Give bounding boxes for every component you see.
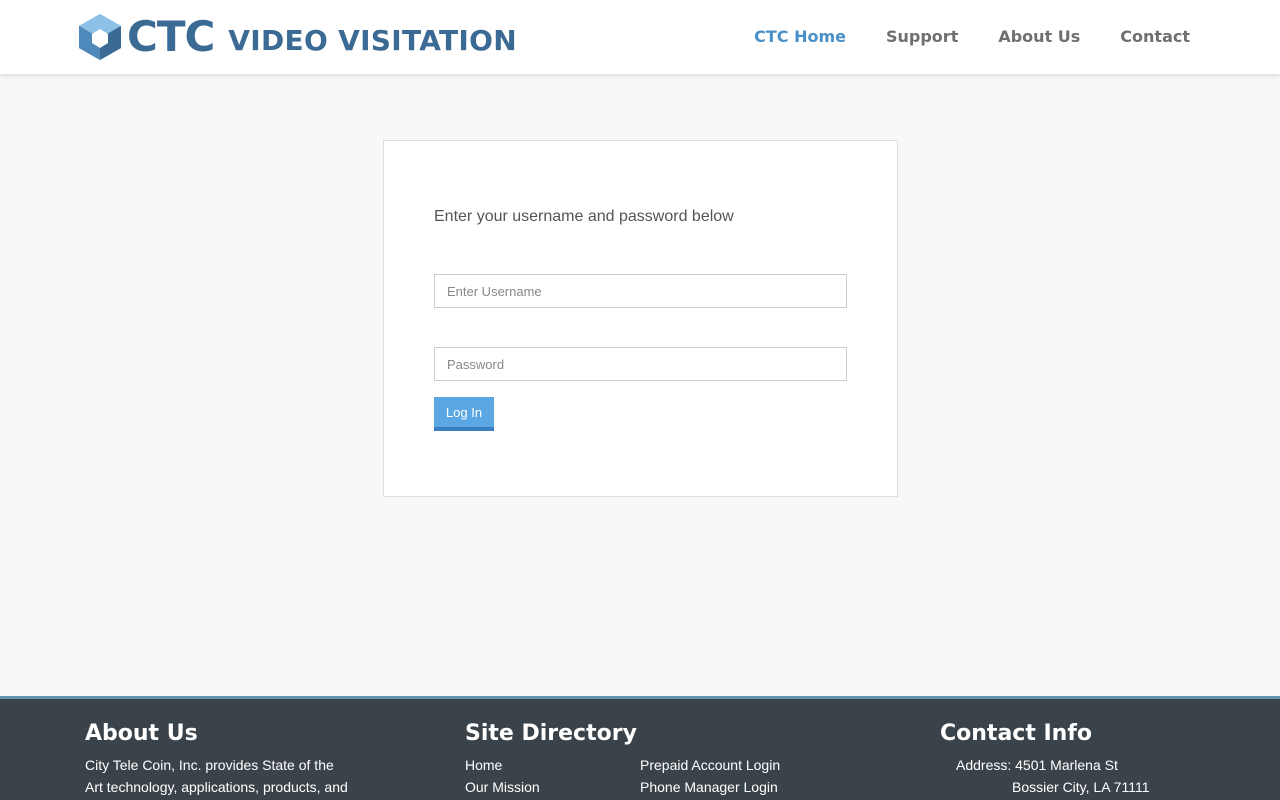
- main-nav: CTC Home Support About Us Contact: [754, 27, 1190, 46]
- footer-directory-heading: Site Directory: [465, 721, 637, 746]
- nav-support[interactable]: Support: [886, 27, 958, 46]
- password-input[interactable]: [434, 347, 847, 381]
- cube-logo-icon: [79, 14, 121, 60]
- nav-ctc-home[interactable]: CTC Home: [754, 27, 846, 46]
- footer-about-heading: About Us: [85, 721, 198, 746]
- footer-link-home[interactable]: Home: [465, 754, 502, 776]
- footer-link-our-mission[interactable]: Our Mission: [465, 776, 540, 798]
- nav-contact[interactable]: Contact: [1120, 27, 1190, 46]
- site-logo[interactable]: CTC VIDEO VISITATION: [77, 11, 517, 63]
- site-header: CTC VIDEO VISITATION CTC Home Support Ab…: [0, 0, 1280, 74]
- footer-address-line1: Address: 4501 Marlena St: [956, 757, 1118, 773]
- logo-ctc-text: CTC: [127, 12, 215, 61]
- footer-address-line2: Bossier City, LA 71111: [1012, 779, 1150, 795]
- footer-link-prepaid-account-login[interactable]: Prepaid Account Login: [640, 754, 780, 776]
- login-card: Enter your username and password below L…: [383, 140, 898, 497]
- footer-link-phone-manager-login[interactable]: Phone Manager Login: [640, 776, 778, 798]
- login-button[interactable]: Log In: [434, 397, 494, 431]
- username-input[interactable]: [434, 274, 847, 308]
- footer-about-line1: City Tele Coin, Inc. provides State of t…: [85, 757, 334, 773]
- logo-video-visitation-text: VIDEO VISITATION: [228, 24, 517, 57]
- nav-about-us[interactable]: About Us: [998, 27, 1080, 46]
- footer-about-line2: Art technology, applications, products, …: [85, 779, 348, 795]
- footer-contact-heading: Contact Info: [940, 721, 1093, 746]
- site-footer: About Us City Tele Coin, Inc. provides S…: [0, 696, 1280, 800]
- login-prompt: Enter your username and password below: [434, 208, 734, 225]
